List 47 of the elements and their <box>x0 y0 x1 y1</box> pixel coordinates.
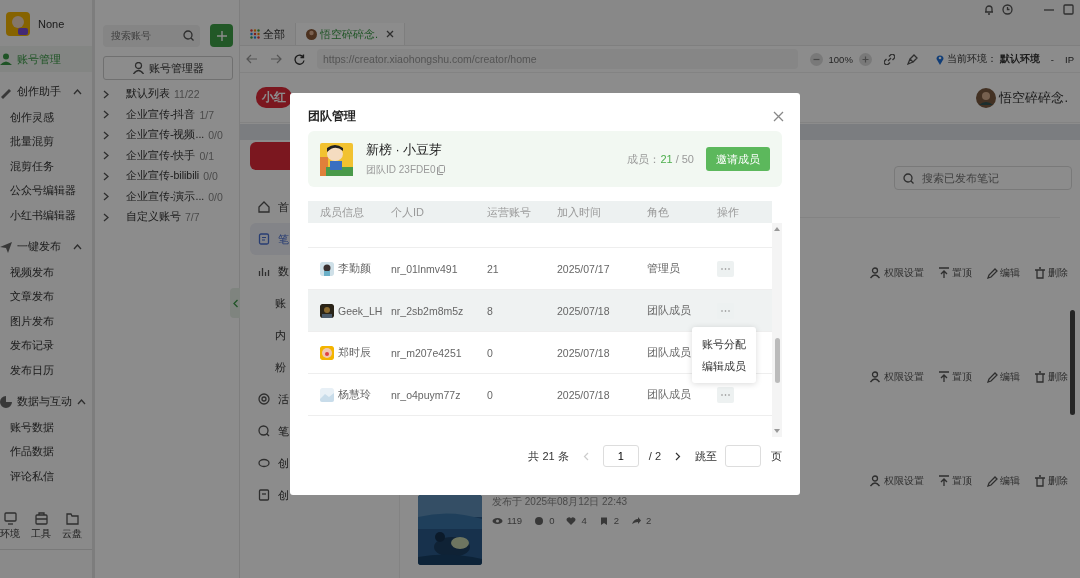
table-cell: nr_01lnmv491 <box>391 262 458 275</box>
table-cell: 21 <box>487 262 499 275</box>
stat-count: 4 <box>581 515 587 526</box>
table-cell: 2025/07/18 <box>557 346 610 359</box>
table-cell: nr_m207e4251 <box>391 346 462 359</box>
member-name: 杨慧玲 <box>338 387 371 402</box>
ip-label: IP <box>1065 53 1074 65</box>
page-unit: 页 <box>771 448 782 464</box>
jump-label: 跳至 <box>695 448 717 464</box>
page-count: / 2 <box>648 450 661 462</box>
member-count-label: 成员： <box>627 152 661 165</box>
table-cell: nr_2sb2m8m5z <box>391 304 464 317</box>
stat-count: 2 <box>646 515 652 526</box>
column-header: 运营账号 <box>487 204 532 220</box>
team-name: 新榜 · 小豆芽 <box>366 141 444 159</box>
table-cell: 8 <box>487 304 493 317</box>
table-cell: 0 <box>487 346 493 359</box>
user-name: None <box>38 18 65 30</box>
table-cell: 团队成员 <box>647 345 691 360</box>
table-cell: 管理员 <box>647 261 680 276</box>
member-name: 郑时辰 <box>338 345 371 360</box>
column-header: 操作 <box>717 204 740 220</box>
separator-text: - <box>1050 53 1054 65</box>
total-count: 共 21 条 <box>528 448 569 464</box>
stat-count: 2 <box>613 515 620 526</box>
table-cell: 0 <box>487 388 493 401</box>
zoom-level: 100% <box>828 53 853 65</box>
member-name: Geek_LH <box>338 304 383 317</box>
column-header: 个人ID <box>391 204 425 220</box>
environment-value: 默认环境 <box>999 52 1040 66</box>
member-count: 21 <box>660 152 673 165</box>
member-limit: / 50 <box>675 152 694 165</box>
table-cell: 2025/07/18 <box>557 304 610 317</box>
team-id: 团队ID 23FDE0 <box>366 162 436 177</box>
table-cell: 2025/07/17 <box>557 262 610 275</box>
table-cell: 团队成员 <box>647 303 691 318</box>
table-cell: 团队成员 <box>647 387 691 402</box>
dialog-title: 团队管理 <box>308 107 356 125</box>
table-cell: 2025/07/18 <box>557 388 610 401</box>
column-header: 加入时间 <box>557 204 602 220</box>
column-header: 成员信息 <box>320 204 365 220</box>
stat-count: 0 <box>549 515 555 526</box>
stat-count: 119 <box>507 515 523 526</box>
column-header: 角色 <box>647 204 670 220</box>
table-cell: nr_o4puym77z <box>391 388 461 401</box>
environment-label: 当前环境： <box>946 52 997 66</box>
member-name: 李勤颜 <box>338 261 371 276</box>
